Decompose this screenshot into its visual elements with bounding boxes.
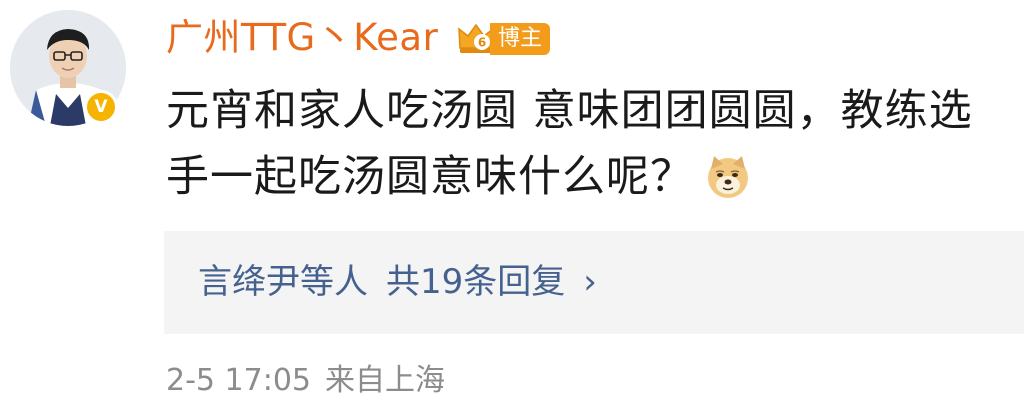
location: 来自上海 [325, 363, 445, 398]
verified-badge-icon: V [84, 90, 118, 124]
chevron-right-icon: › [583, 262, 597, 302]
reply-count: 共19条回复 [386, 262, 566, 302]
blogger-badge: 博主 [490, 23, 551, 55]
crown-level: 6 [478, 36, 486, 50]
comment-text-segment: 手一起吃汤圆意味什么呢？ [166, 152, 694, 202]
replies-link[interactable]: 言绛尹等人 共19条回复 › [198, 231, 597, 334]
comment-card: V 广州TTG丶Kear 6 博主 元宵和家人吃汤圆 意味团团圆圆，教练选 手一… [0, 0, 1024, 404]
username-link[interactable]: 广州TTG丶Kear [166, 14, 438, 62]
reply-names: 言绛尹等人 [198, 262, 368, 302]
comment-text-line: 手一起吃汤圆意味什么呢？ [166, 144, 1024, 210]
comment-meta: 2-5 17:05 来自上海 [166, 361, 445, 401]
timestamp: 2-5 17:05 [166, 363, 311, 398]
replies-box[interactable]: 言绛尹等人 共19条回复 › [164, 231, 1024, 334]
verified-mark: V [94, 97, 108, 117]
comment-text: 元宵和家人吃汤圆 意味团团圆圆，教练选 手一起吃汤圆意味什么呢？ [166, 78, 1024, 210]
comment-text-line: 元宵和家人吃汤圆 意味团团圆圆，教练选 [166, 86, 973, 136]
doge-emoji-icon [708, 155, 748, 198]
